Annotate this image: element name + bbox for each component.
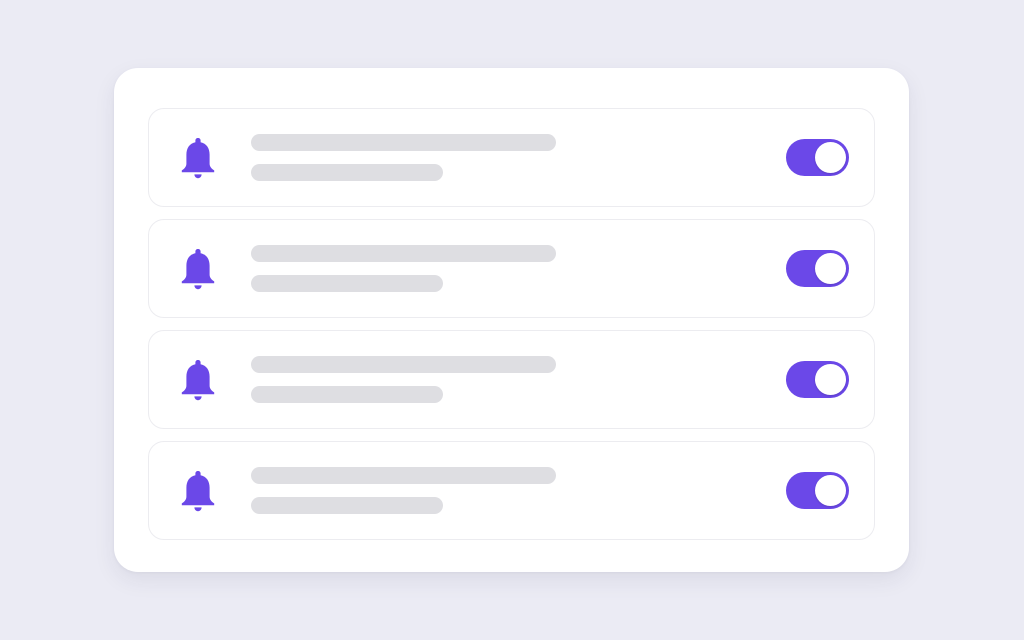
toggle-knob bbox=[815, 142, 846, 173]
notification-toggle[interactable] bbox=[786, 361, 849, 398]
notification-toggle[interactable] bbox=[786, 250, 849, 287]
bell-icon bbox=[181, 360, 215, 401]
notification-settings-card bbox=[114, 68, 909, 572]
notification-item bbox=[148, 330, 875, 429]
title-placeholder bbox=[251, 356, 556, 373]
title-placeholder bbox=[251, 467, 556, 484]
notification-item bbox=[148, 219, 875, 318]
title-placeholder bbox=[251, 245, 556, 262]
subtitle-placeholder bbox=[251, 275, 443, 292]
subtitle-placeholder bbox=[251, 497, 443, 514]
subtitle-placeholder bbox=[251, 386, 443, 403]
toggle-knob bbox=[815, 364, 846, 395]
notification-toggle[interactable] bbox=[786, 139, 849, 176]
bell-icon bbox=[181, 471, 215, 512]
notification-item bbox=[148, 441, 875, 540]
notification-toggle[interactable] bbox=[786, 472, 849, 509]
toggle-knob bbox=[815, 253, 846, 284]
bell-icon bbox=[181, 249, 215, 290]
subtitle-placeholder bbox=[251, 164, 443, 181]
bell-icon bbox=[181, 138, 215, 179]
toggle-knob bbox=[815, 475, 846, 506]
title-placeholder bbox=[251, 134, 556, 151]
notification-item bbox=[148, 108, 875, 207]
